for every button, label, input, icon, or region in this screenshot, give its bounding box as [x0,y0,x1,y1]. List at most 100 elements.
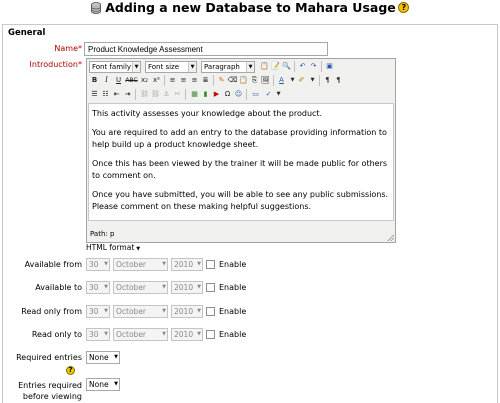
day-select[interactable]: 30 ▼ [86,305,110,318]
available-from-label: Available from [24,260,82,269]
editor-toolbar-row-2: B I U ABC x₂ x² ≡ ≡ ≡ ≣ ✎ ⌫ 📋 ⎘ 🖼 A ▼ ✐ … [89,75,395,89]
resize-handle[interactable] [387,234,394,241]
enable-checkbox[interactable] [206,307,215,316]
toolbar-separator [294,61,295,72]
find-icon[interactable]: 🔍 [281,61,292,72]
format-select[interactable]: Paragraph ▼ [201,61,255,73]
image-icon[interactable]: 🖼 [260,75,271,86]
year-select[interactable]: 2010 ▼ [171,328,203,341]
month-select[interactable]: October ▼ [113,281,168,294]
insert-image-icon[interactable]: ▦ [189,89,200,100]
enable-checkbox[interactable] [206,260,215,269]
introduction-label: Introduction* [29,60,82,69]
content-paragraph: You are required to add an entry to the … [92,128,387,149]
enable-label: Enable [219,307,247,316]
media-icon[interactable]: ▮ [200,89,211,100]
year-select[interactable]: 2010 ▼ [171,305,203,318]
paste-icon[interactable]: 📋 [238,75,249,86]
link-icon[interactable]: ⛓ [139,89,150,100]
help-icon[interactable]: ? [398,2,410,13]
editor-content[interactable]: This activity assesses your knowledge ab… [88,103,394,221]
ltr-icon[interactable]: ¶ [322,75,333,86]
enable-label: Enable [219,330,247,339]
day-select[interactable]: 30 ▼ [86,328,110,341]
align-justify-icon[interactable]: ≣ [200,75,211,86]
help-icon[interactable]: ? [66,366,75,375]
enable-checkbox[interactable] [206,330,215,339]
entries-before-viewing-select[interactable]: None ▼ [86,378,120,391]
fullscreen-icon[interactable]: ▣ [324,61,335,72]
toolbar-separator [213,75,214,86]
required-entries-label: Required entries [16,353,82,362]
rich-text-editor[interactable]: Font family ▼ Font size ▼ Paragraph ▼ 📋 📝 🔍… [86,58,396,243]
font-size-select[interactable]: Font size ▼ [145,61,197,73]
rtl-icon[interactable]: ¶ [333,75,344,86]
page-title: Adding a new Database to Mahara Usage [105,0,396,15]
special-char-icon[interactable]: Ω [222,89,233,100]
nolink-icon[interactable]: ✂ [172,89,183,100]
superscript-button[interactable]: x² [151,75,162,86]
underline-button[interactable]: U [113,75,124,86]
editor-path: Path: p [90,230,115,238]
day-select[interactable]: 30 ▼ [86,258,110,271]
database-icon [90,1,101,14]
undo-icon[interactable]: ↶ [297,61,308,72]
enable-checkbox[interactable] [206,283,215,292]
highlight-dropdown-icon[interactable]: ▼ [307,75,318,86]
remove-format-icon[interactable]: ⌫ [227,75,238,86]
align-left-icon[interactable]: ≡ [167,75,178,86]
read-only-from-label: Read only from [21,307,82,316]
toolbar-separator [319,75,320,86]
enable-label: Enable [219,283,247,292]
align-right-icon[interactable]: ≡ [189,75,200,86]
month-select[interactable]: October ▼ [113,258,168,271]
toolbar-separator [246,89,247,100]
clean-up-icon[interactable]: ✎ [216,75,227,86]
youtube-icon[interactable]: ▶ [211,89,222,100]
unlink-icon[interactable]: ⛓ [150,89,161,100]
name-input[interactable] [84,42,328,56]
toolbar-separator [273,75,274,86]
highlight-color-icon[interactable]: ✐ [296,75,307,86]
text-color-icon[interactable]: A [276,75,287,86]
toolbar-separator [185,89,186,100]
redo-icon[interactable]: ↷ [308,61,319,72]
editor-toolbar-row-1: Font family ▼ Font size ▼ Paragraph ▼ 📋 📝 🔍… [89,61,395,75]
copy-icon[interactable]: ⎘ [249,75,260,86]
month-select[interactable]: October ▼ [113,305,168,318]
font-family-select[interactable]: Font family ▼ [89,61,141,73]
read-only-to-label: Read only to [31,330,82,339]
bold-button[interactable]: B [89,75,100,86]
month-select[interactable]: October ▼ [113,328,168,341]
entries-before-viewing-label: Entries required before viewing [18,381,82,401]
content-paragraph: Once this has been viewed by the trainer… [92,159,388,180]
toolbar-separator [135,89,136,100]
italic-button[interactable]: I [101,75,112,86]
outdent-icon[interactable]: ⇤ [111,89,122,100]
required-entries-select[interactable]: None ▼ [86,351,120,364]
anchor-icon[interactable]: ⚓ [161,89,172,100]
year-select[interactable]: 2010 ▼ [171,258,203,271]
indent-icon[interactable]: ⇥ [122,89,133,100]
chevron-down-icon: ▼ [136,246,141,252]
content-paragraph: This activity assesses your knowledge ab… [92,109,323,118]
align-center-icon[interactable]: ≡ [178,75,189,86]
toolbar-separator [321,61,322,72]
day-select[interactable]: 30 ▼ [86,281,110,294]
paste-text-icon[interactable]: 📋 [259,61,270,72]
year-select[interactable]: 2010 ▼ [171,281,203,294]
available-to-label: Available to [35,283,82,292]
emoticon-icon[interactable]: ☺ [233,89,244,100]
paste-word-icon[interactable]: 📝 [270,61,281,72]
format-select[interactable]: HTML format ▼ [86,243,140,252]
spellcheck-dropdown-icon[interactable]: ▼ [273,89,284,100]
editor-toolbar-row-3: ☰ ☷ ⇤ ⇥ ⛓ ⛓ ⚓ ✂ ▦ ▮ ▶ Ω ☺ ▭ ✓ ▼ [89,89,395,103]
strikethrough-button[interactable]: ABC [125,75,138,86]
toolbar-separator [164,75,165,86]
page-header: Adding a new Database to Mahara Usage ? [0,0,500,20]
bullet-list-icon[interactable]: ☰ [89,89,100,100]
content-paragraph: Once you have submitted, you will be abl… [92,190,389,211]
html-source-icon[interactable]: ▭ [249,89,262,100]
numbered-list-icon[interactable]: ☷ [100,89,111,100]
subscript-button[interactable]: x₂ [139,75,150,86]
